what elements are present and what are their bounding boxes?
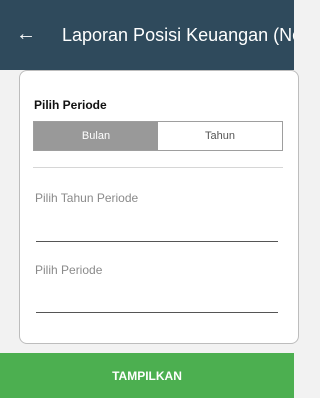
period-field-underline xyxy=(36,312,278,313)
segment-tahun[interactable]: Tahun xyxy=(158,122,282,150)
form-card: Pilih Periode Bulan Tahun Pilih Tahun Pe… xyxy=(19,70,299,344)
arrow-left-icon[interactable]: ← xyxy=(16,22,36,46)
period-section-label: Pilih Periode xyxy=(34,98,107,112)
divider xyxy=(33,167,283,168)
page-title: Laporan Posisi Keuangan (Neraca) xyxy=(62,25,294,45)
show-report-button[interactable]: TAMPILKAN xyxy=(0,353,294,398)
period-field[interactable]: Pilih Periode xyxy=(35,263,102,277)
app-bar: ← Laporan Posisi Keuangan (Neraca) xyxy=(0,0,294,70)
year-period-field-underline xyxy=(36,241,278,242)
segment-bulan[interactable]: Bulan xyxy=(34,122,158,150)
year-period-field[interactable]: Pilih Tahun Periode xyxy=(35,191,138,205)
period-type-toggle: Bulan Tahun xyxy=(33,121,283,151)
